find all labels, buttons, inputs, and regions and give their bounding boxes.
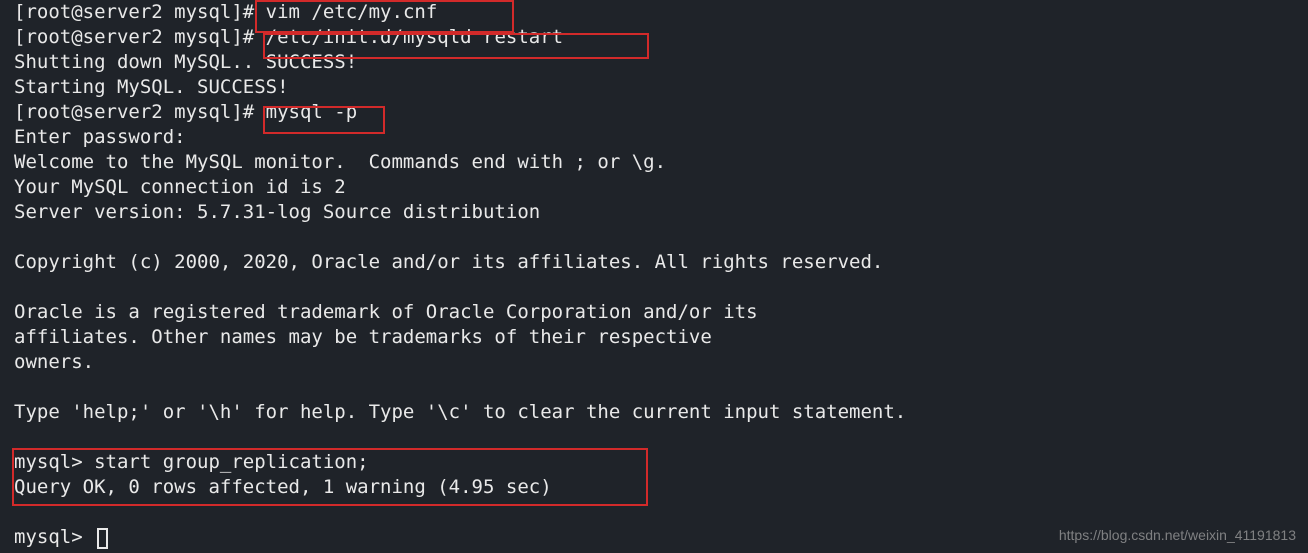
terminal-output[interactable]: [root@server2 mysql]# vim /etc/my.cnf [r… <box>0 0 1308 550</box>
term-line: affiliates. Other names may be trademark… <box>14 326 712 348</box>
shell-prompt: [root@server2 mysql]# <box>14 101 266 123</box>
term-line: Welcome to the MySQL monitor. Commands e… <box>14 151 666 173</box>
term-line: owners. <box>14 351 94 373</box>
term-line: Copyright (c) 2000, 2020, Oracle and/or … <box>14 251 883 273</box>
watermark-text: https://blog.csdn.net/weixin_41191813 <box>1059 527 1296 543</box>
shell-command: /etc/init.d/mysqld restart <box>266 26 563 48</box>
term-line: Enter password: <box>14 126 186 148</box>
term-line: [root@server2 mysql]# mysql -p <box>14 101 357 123</box>
term-line: Shutting down MySQL.. SUCCESS! <box>14 51 357 73</box>
text-cursor-icon <box>97 528 108 549</box>
shell-command: mysql -p <box>266 101 358 123</box>
term-line: mysql> <box>14 526 94 548</box>
term-line: mysql> start group_replication; <box>14 451 369 473</box>
term-line: Your MySQL connection id is 2 <box>14 176 346 198</box>
shell-command: vim /etc/my.cnf <box>266 1 438 23</box>
term-line: Type 'help;' or '\h' for help. Type '\c'… <box>14 401 906 423</box>
shell-prompt: [root@server2 mysql]# <box>14 1 266 23</box>
term-line: Server version: 5.7.31-log Source distri… <box>14 201 540 223</box>
term-line: [root@server2 mysql]# vim /etc/my.cnf <box>14 1 437 23</box>
term-line: Oracle is a registered trademark of Orac… <box>14 301 758 323</box>
shell-prompt: [root@server2 mysql]# <box>14 26 266 48</box>
term-line: Starting MySQL. SUCCESS! <box>14 76 289 98</box>
term-line: [root@server2 mysql]# /etc/init.d/mysqld… <box>14 26 563 48</box>
term-line: Query OK, 0 rows affected, 1 warning (4.… <box>14 476 552 498</box>
